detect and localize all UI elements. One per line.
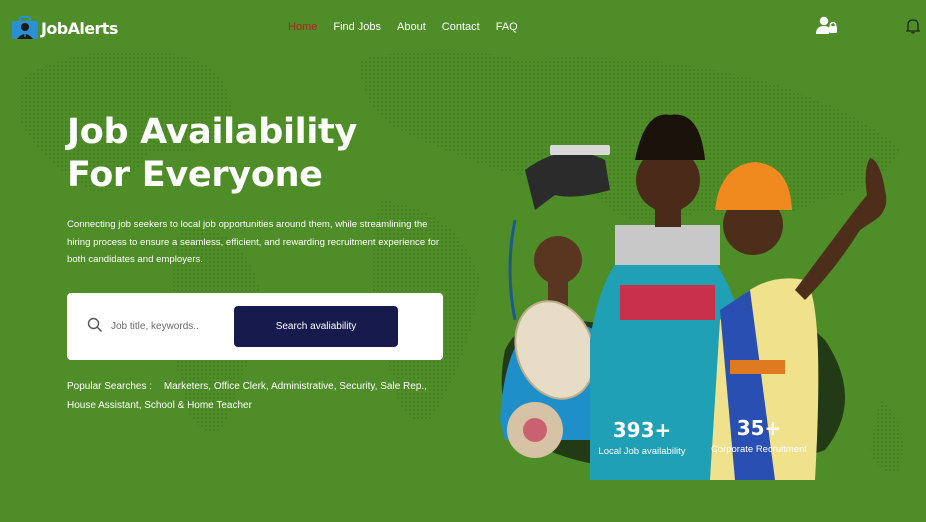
- stat-local-jobs-label: Local Job availability: [598, 446, 686, 457]
- search-card: Search avaliability: [67, 293, 443, 360]
- popular-tag-sale-rep[interactable]: Sale Rep.,: [380, 381, 427, 392]
- popular-tag-marketers[interactable]: Marketers,: [164, 381, 211, 392]
- search-availability-button[interactable]: Search avaliability: [234, 306, 398, 347]
- search-input[interactable]: [111, 316, 231, 336]
- hero-title-line-2: For Everyone: [67, 155, 323, 195]
- search-icon: [87, 317, 102, 332]
- stat-corporate-recruitment: 35+ Corporate Recruitment: [709, 416, 809, 455]
- main-nav: Home Find Jobs About Contact FAQ: [288, 21, 534, 33]
- hero-title: Job Availability For Everyone: [67, 111, 447, 197]
- nav-contact[interactable]: Contact: [442, 21, 480, 33]
- hero-description: Connecting job seekers to local job oppo…: [67, 219, 440, 265]
- stat-corporate-recruitment-label: Corporate Recruitment: [710, 444, 808, 455]
- site-header: JobAlerts Home Find Jobs About Contact F…: [0, 0, 926, 56]
- popular-searches-label: Popular Searches :: [67, 381, 153, 392]
- nav-about[interactable]: About: [397, 21, 426, 33]
- popular-tag-school-teacher[interactable]: School & Home Teacher: [144, 400, 252, 411]
- popular-tag-house-assistant[interactable]: House Assistant,: [67, 400, 141, 411]
- user-lock-icon[interactable]: [816, 16, 838, 34]
- popular-searches: Popular Searches : Marketers, Office Cle…: [67, 377, 447, 415]
- stat-corporate-recruitment-value: 35+: [736, 416, 782, 440]
- nav-faq[interactable]: FAQ: [496, 21, 518, 33]
- stat-local-jobs-value: 393+: [612, 418, 672, 442]
- popular-tag-administrative[interactable]: Administrative,: [271, 381, 337, 392]
- logo-mark-icon: [12, 16, 38, 39]
- logo[interactable]: JobAlerts: [11, 15, 118, 41]
- stat-local-jobs: 393+ Local Job availability: [596, 418, 688, 457]
- logo-text: JobAlerts: [41, 18, 118, 38]
- nav-home[interactable]: Home: [288, 21, 317, 33]
- hero-title-line-1: Job Availability: [67, 112, 357, 152]
- popular-tag-office-clerk[interactable]: Office Clerk,: [214, 381, 269, 392]
- nav-find-jobs[interactable]: Find Jobs: [333, 21, 381, 33]
- hero-workers-image: [500, 114, 887, 480]
- bell-icon[interactable]: [906, 18, 920, 34]
- popular-tag-security[interactable]: Security,: [339, 381, 377, 392]
